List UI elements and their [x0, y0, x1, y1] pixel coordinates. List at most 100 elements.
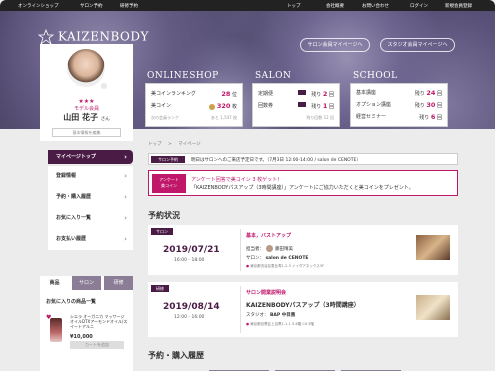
- breadcrumb-top[interactable]: トップ: [148, 142, 162, 147]
- coin-value: 320: [216, 102, 231, 110]
- sidebar-item-registration[interactable]: 登録情報: [48, 166, 133, 187]
- reservation-time: 16:00 - 18:00: [174, 258, 205, 263]
- salon-card[interactable]: 定期便 残り 2 回 回数券 残り 1 回 残り回数 12 回: [252, 83, 340, 127]
- next-rank-note: 次の会員ランク: [151, 115, 179, 120]
- option-prefix: 残り: [414, 103, 425, 109]
- studio-photo[interactable]: [416, 295, 450, 320]
- salon-title: SALON: [255, 71, 292, 81]
- sidebar-nav: マイページトップ 登録情報 予約・購入履歴 お気に入り一覧 お支払い履歴: [48, 150, 133, 250]
- place-name: BAP 中目黒: [269, 313, 296, 318]
- place-label: サロン：: [246, 256, 264, 261]
- favorites-tabs: 商品 サロン 研修: [40, 276, 133, 290]
- nav-register[interactable]: 新規会員登録: [445, 3, 472, 9]
- nav-company[interactable]: 会社概要: [326, 3, 344, 9]
- divider: [240, 286, 241, 333]
- reservation-tag: サロン: [151, 228, 173, 235]
- breadcrumb: トップ > マイページ: [148, 141, 201, 147]
- tab-products[interactable]: 商品: [40, 276, 69, 290]
- basic-value: 24: [426, 89, 436, 97]
- salon-mypage-button[interactable]: サロン会員マイページへ: [300, 38, 370, 52]
- map-pin-icon: ●: [246, 264, 250, 268]
- nav-salon-reserve[interactable]: サロン予約: [80, 3, 103, 9]
- tickets-label: 回数券: [258, 103, 274, 109]
- reservation-card[interactable]: 研修 2019/08/14 12:00 - 16:00 サロン開業説明会 KAI…: [148, 282, 458, 337]
- seminar-label: 経営セミナー: [356, 114, 387, 120]
- avatar-edit-icon[interactable]: [100, 82, 108, 90]
- staff-label: 担当者：: [246, 247, 264, 252]
- survey-headline: アンケート回答で美コイン 3 枚ゲット！: [191, 177, 283, 183]
- sidebar-item-payments[interactable]: お支払い履歴: [48, 229, 133, 250]
- seminar-value: 6: [430, 113, 436, 121]
- option-value: 30: [426, 101, 436, 109]
- salon-reminder-notice[interactable]: サロン予約 明日はサロンへのご来店予定日です。（7月3日 12:00-14:00…: [148, 153, 458, 165]
- basic-label: 基本講座: [356, 90, 377, 96]
- studio-mypage-button[interactable]: スタジオ会員マイページへ: [380, 38, 455, 52]
- next-rank-value: あと 1,547 枚: [211, 115, 237, 120]
- notice-tag: サロン予約: [151, 156, 185, 163]
- option-unit: 回: [436, 103, 442, 109]
- regular-unit: 回: [328, 92, 334, 98]
- reservation-tag: 研修: [151, 285, 169, 292]
- option-label: オプション講座: [356, 102, 392, 108]
- survey-tag: アンケート 美コイン: [152, 174, 186, 193]
- sidebar-item-favorites[interactable]: お気に入り一覧: [48, 208, 133, 229]
- seminar-prefix: 残り: [419, 115, 430, 121]
- user-honorific: さん: [100, 117, 110, 122]
- sidebar-item-history[interactable]: 予約・購入履歴: [48, 187, 133, 208]
- reservation-card[interactable]: サロン 2019/07/21 16:00 - 18:00 基本，バストアップ 担…: [148, 225, 458, 275]
- survey-notice[interactable]: アンケート 美コイン アンケート回答で美コイン 3 枚ゲット！ 「KAIZENB…: [148, 170, 458, 196]
- edit-profile-button[interactable]: 基本情報を編集: [52, 128, 121, 137]
- reservation-date: 2019/07/21: [163, 245, 220, 255]
- main-content: トップ > マイページ サロン予約 明日はサロンへのご来店予定日です。（7月3日…: [143, 129, 463, 371]
- school-card[interactable]: 基本講座 残り 24 回 オプション講座 残り 30 回 経営セミナー 残り 6…: [350, 83, 448, 127]
- nav-login[interactable]: ログイン: [410, 3, 428, 9]
- product-image[interactable]: [50, 318, 62, 342]
- divider: [240, 229, 241, 271]
- reservation-title: 基本，バストアップ: [246, 233, 292, 239]
- tickets-value: 1: [322, 102, 328, 110]
- logo-text: KAIZENBODY: [58, 29, 149, 44]
- page: オンラインショップ サロン予約 研修予約 トップ 会社概要 お問い合わせ ログイ…: [0, 0, 495, 371]
- reservation-title-top: サロン開業説明会: [246, 290, 287, 296]
- product-name[interactable]: シエラ オーガニカ マッサージオイルDTXアーモンドオイル/スイートアルニ: [70, 314, 128, 329]
- nav-top[interactable]: トップ: [287, 3, 301, 9]
- staff-avatar: [266, 245, 273, 252]
- sidebar-item-mypage-top[interactable]: マイページトップ: [48, 150, 133, 164]
- coin-unit: 枚: [231, 104, 237, 110]
- nav-online-shop[interactable]: オンラインショップ: [18, 3, 59, 9]
- reservation-heading: 予約状況: [148, 211, 180, 220]
- regular-prefix: 残り: [311, 92, 322, 98]
- nav-seminar-reserve[interactable]: 研修予約: [120, 3, 138, 9]
- place-name: salon de CENOTE: [265, 256, 309, 261]
- school-title: SCHOOL: [353, 71, 398, 81]
- logo-mark-icon: [38, 29, 54, 45]
- add-to-cart-button[interactable]: カートを追加: [70, 341, 124, 349]
- notice-text: 明日はサロンへのご来店予定日です。（7月3日 12:00-14:00 / sal…: [191, 158, 361, 163]
- ranking-value: 28: [221, 90, 231, 98]
- history-heading: 予約・購入履歴: [148, 351, 204, 360]
- site-logo[interactable]: KAIZENBODY: [38, 29, 149, 45]
- profile-card: ★★★ モデル会員 山田 花子 さん 基本情報を編集: [40, 44, 133, 141]
- basic-unit: 回: [436, 91, 442, 97]
- nav-contact[interactable]: お問い合わせ: [362, 3, 389, 9]
- tickets-prefix: 残り: [311, 104, 322, 110]
- product-price: ¥10,000: [70, 334, 93, 340]
- map-pin-icon: ●: [246, 322, 250, 326]
- coin-label: 美コイン: [151, 103, 172, 109]
- member-rank: モデル会員: [73, 106, 99, 112]
- reservation-address: 東京都渋谷区恵比寿1-2-3 イイダアネックス3F: [250, 264, 325, 268]
- survey-description: 「KAIZENBODYパスアップ（3時間講座）」アンケートにご協力いただくと美コ…: [191, 185, 414, 191]
- tab-seminar[interactable]: 研修: [104, 276, 133, 290]
- ticket-icon: [298, 90, 306, 95]
- reservation-address: 東京都目黒区上目黒1-1-1 5-6階 Cit 5階: [250, 322, 314, 326]
- ranking-label: 美コインランキング: [151, 91, 196, 97]
- tab-salon[interactable]: サロン: [72, 276, 101, 290]
- onlineshop-card[interactable]: 美コインランキング 28 位 美コイン 320 枚 次の会員ランク あと 1,5…: [145, 83, 243, 127]
- coin-icon: [209, 103, 216, 110]
- ranking-unit: 位: [231, 92, 237, 98]
- reservation-date: 2019/08/14: [163, 302, 220, 312]
- favorites-box: 商品 サロン 研修 お気に入りの商品一覧 ♥ シエラ オーガニカ マッサージオイ…: [40, 276, 133, 371]
- salon-photo[interactable]: [416, 235, 450, 260]
- user-name: 山田 花子 さん: [40, 112, 133, 123]
- onlineshop-title: ONLINESHOP: [147, 71, 219, 81]
